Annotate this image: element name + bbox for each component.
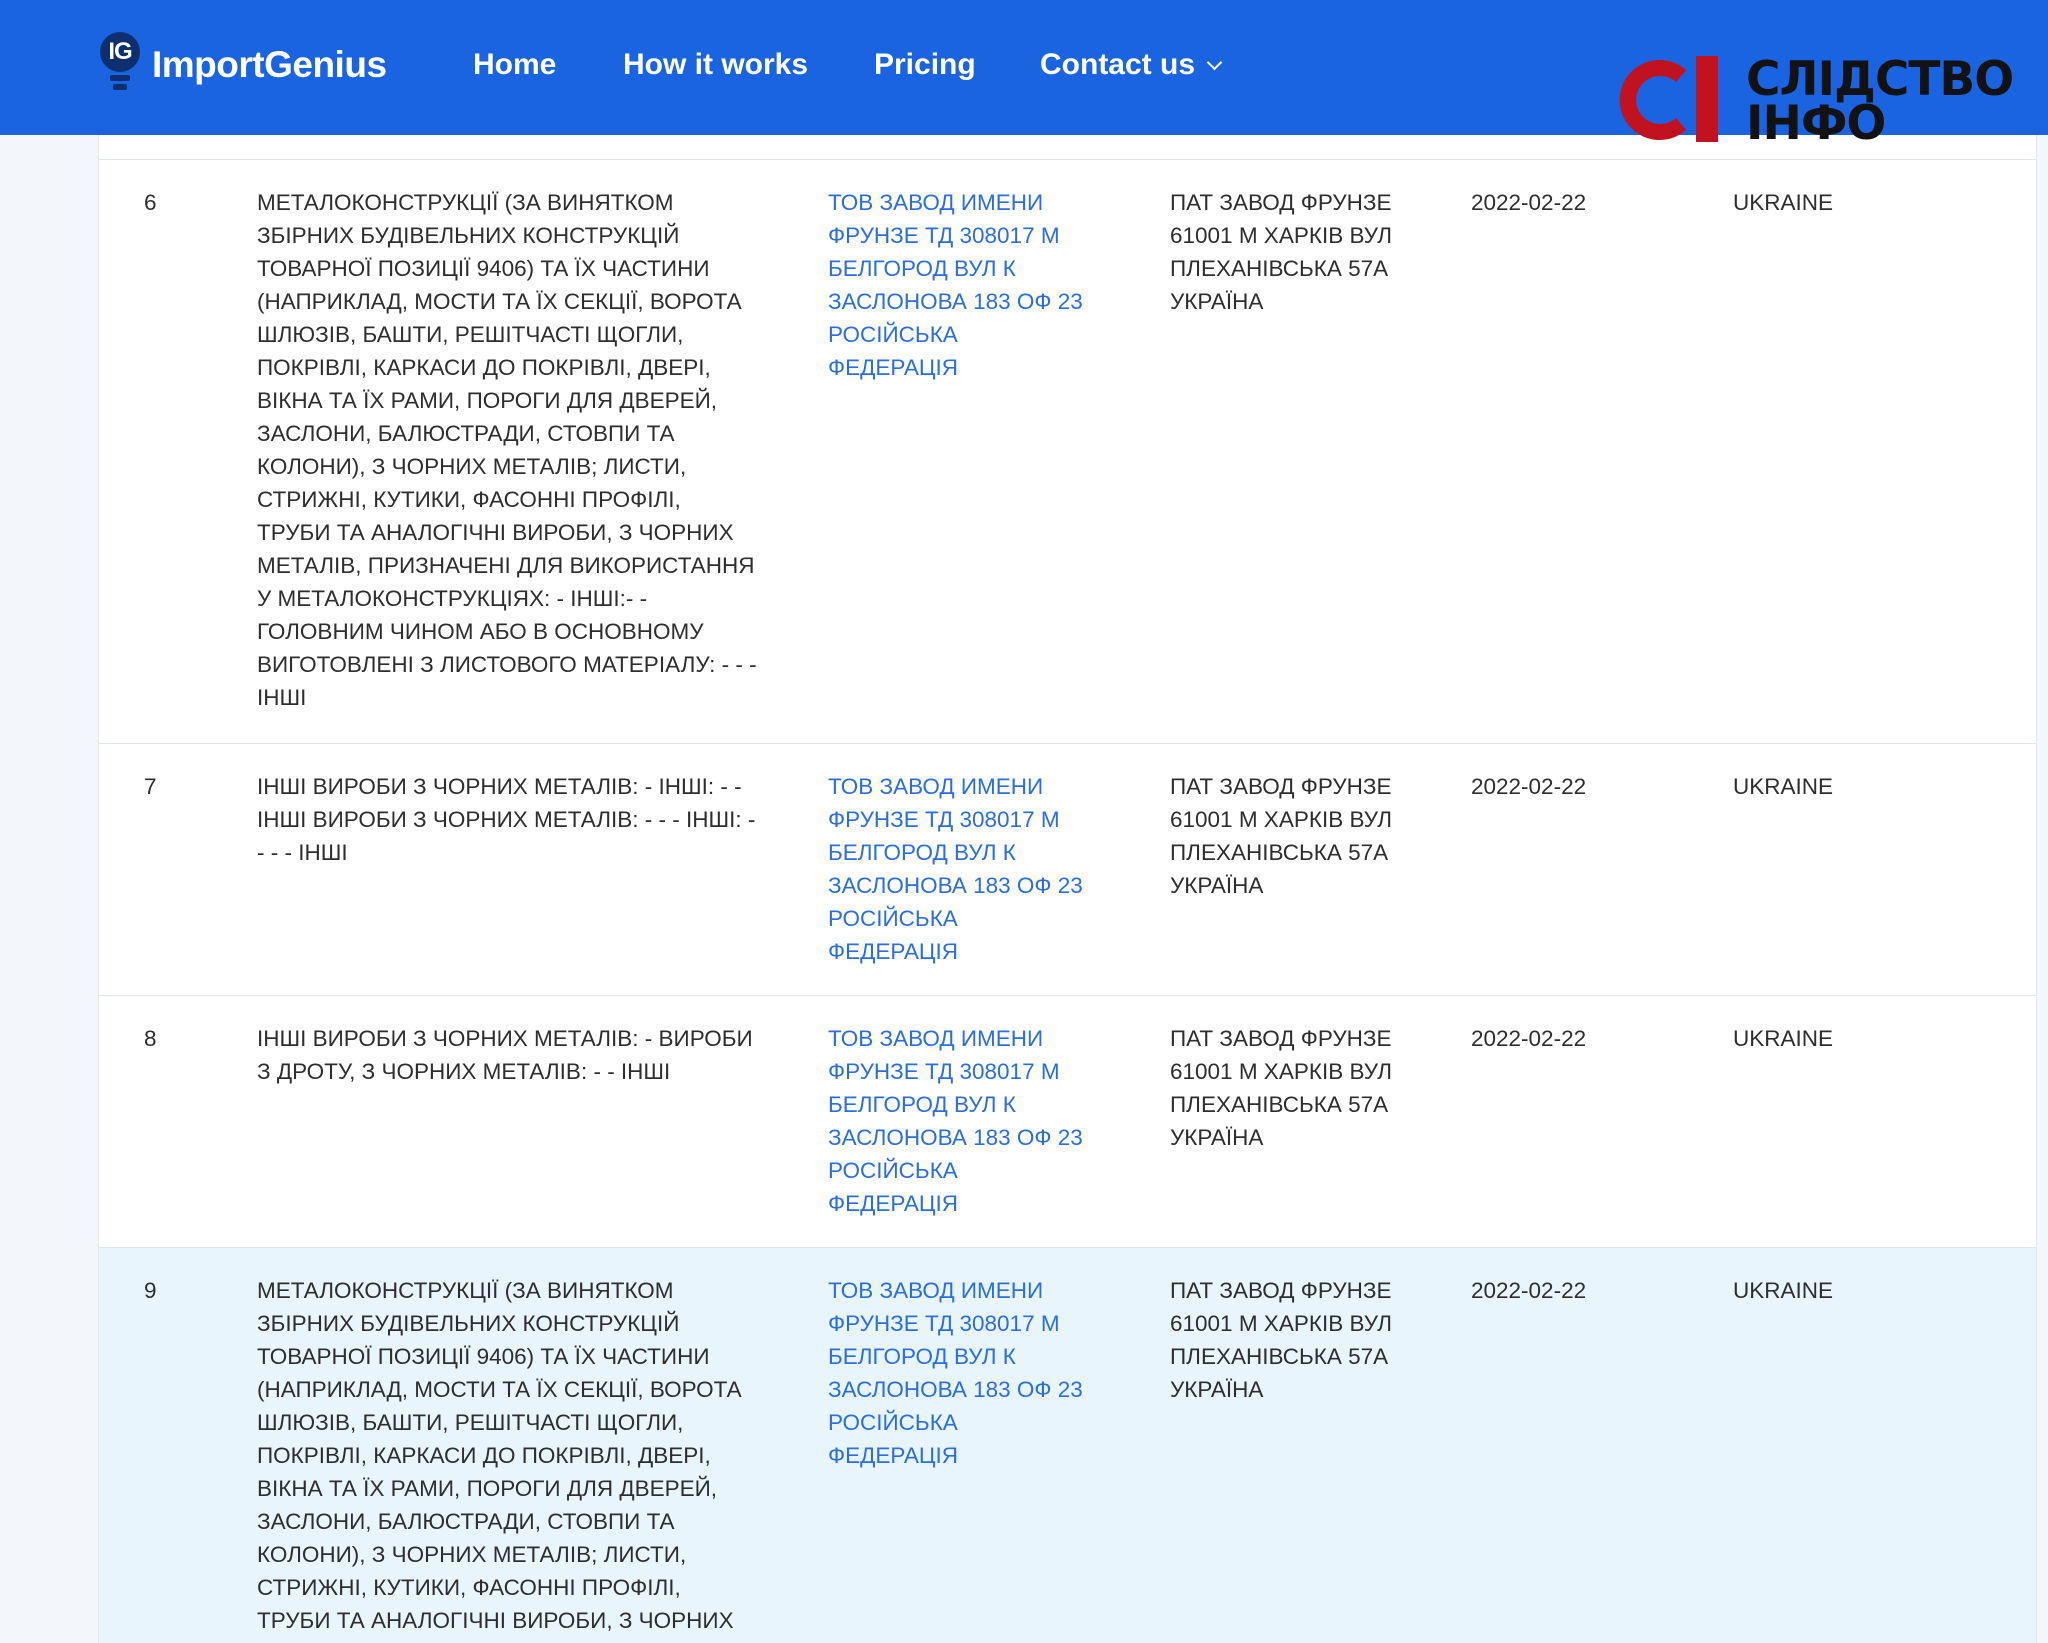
arrival-date: 2022-02-22 xyxy=(1471,774,1587,799)
table-row: 8 ІНШІ ВИРОБИ З ЧОРНИХ МЕТАЛІВ: - ВИРОБИ… xyxy=(99,996,2036,1248)
logo-text: ImportGenius xyxy=(152,44,387,85)
row-number: 6 xyxy=(144,190,157,215)
table-row: 7 ІНШІ ВИРОБИ З ЧОРНИХ МЕТАЛІВ: - ІНШІ: … xyxy=(99,744,2036,996)
product-description: МЕТАЛОКОНСТРУКЦІЇ (ЗА ВИНЯТКОМ ЗБІРНИХ Б… xyxy=(257,1278,742,1633)
row-number: 8 xyxy=(144,1026,157,1051)
product-description: ІНШІ ВИРОБИ З ЧОРНИХ МЕТАЛІВ: - ВИРОБИ З… xyxy=(257,1026,753,1084)
shipments-table: 6 МЕТАЛОКОНСТРУКЦІЇ (ЗА ВИНЯТКОМ ЗБІРНИХ… xyxy=(98,135,2037,1643)
table-row-highlighted: 9 МЕТАЛОКОНСТРУКЦІЇ (ЗА ВИНЯТКОМ ЗБІРНИХ… xyxy=(99,1248,2036,1643)
consignee: ПАТ ЗАВОД ФРУНЗЕ 61001 М ХАРКІВ ВУЛ ПЛЕХ… xyxy=(1170,1026,1393,1150)
consignee: ПАТ ЗАВОД ФРУНЗЕ 61001 М ХАРКІВ ВУЛ ПЛЕХ… xyxy=(1170,1278,1393,1402)
consignee: ПАТ ЗАВОД ФРУНЗЕ 61001 М ХАРКІВ ВУЛ ПЛЕХ… xyxy=(1170,190,1393,314)
product-description: МЕТАЛОКОНСТРУКЦІЇ (ЗА ВИНЯТКОМ ЗБІРНИХ Б… xyxy=(257,190,757,710)
arrival-date: 2022-02-22 xyxy=(1471,1278,1587,1303)
nav-contact-us[interactable]: Contact us xyxy=(1040,48,1223,82)
logo-badge: IG xyxy=(100,32,140,72)
shipper-link[interactable]: ТОВ ЗАВОД ИМЕНИ ФРУНЗЕ ТД 308017 М БЕЛГО… xyxy=(828,1274,1088,1472)
si-logo-icon xyxy=(1619,56,1718,142)
arrival-date: 2022-02-22 xyxy=(1471,1026,1587,1051)
nav-contact-label: Contact us xyxy=(1040,48,1196,81)
row-number: 9 xyxy=(144,1278,157,1303)
table-row: 6 МЕТАЛОКОНСТРУКЦІЇ (ЗА ВИНЯТКОМ ЗБІРНИХ… xyxy=(99,160,2036,744)
nav-pricing[interactable]: Pricing xyxy=(874,48,976,82)
slidstvo-info-watermark: СЛІДСТВО ІНФО xyxy=(1612,52,2014,148)
nav-home[interactable]: Home xyxy=(473,48,556,82)
watermark-line-2: ІНФО xyxy=(1746,96,1886,151)
shipper-link[interactable]: ТОВ ЗАВОД ИМЕНИ ФРУНЗЕ ТД 308017 М БЕЛГО… xyxy=(828,770,1088,968)
product-description: ІНШІ ВИРОБИ З ЧОРНИХ МЕТАЛІВ: - ІНШІ: - … xyxy=(257,774,756,865)
country: UKRAINE xyxy=(1733,774,1834,799)
shipper-link[interactable]: ТОВ ЗАВОД ИМЕНИ ФРУНЗЕ ТД 308017 М БЕЛГО… xyxy=(828,186,1088,384)
row-number: 7 xyxy=(144,774,157,799)
country: UKRAINE xyxy=(1733,190,1834,215)
nav-how-it-works[interactable]: How it works xyxy=(623,48,808,82)
consignee: ПАТ ЗАВОД ФРУНЗЕ 61001 М ХАРКІВ ВУЛ ПЛЕХ… xyxy=(1170,774,1393,898)
shipper-link[interactable]: ТОВ ЗАВОД ИМЕНИ ФРУНЗЕ ТД 308017 М БЕЛГО… xyxy=(828,1022,1088,1220)
chevron-down-icon xyxy=(1206,54,1223,71)
country: UKRAINE xyxy=(1733,1026,1834,1051)
lightbulb-icon: IG xyxy=(98,32,142,98)
country: UKRAINE xyxy=(1733,1278,1834,1303)
importgenius-logo[interactable]: IG ImportGenius xyxy=(98,32,387,98)
arrival-date: 2022-02-22 xyxy=(1471,190,1587,215)
